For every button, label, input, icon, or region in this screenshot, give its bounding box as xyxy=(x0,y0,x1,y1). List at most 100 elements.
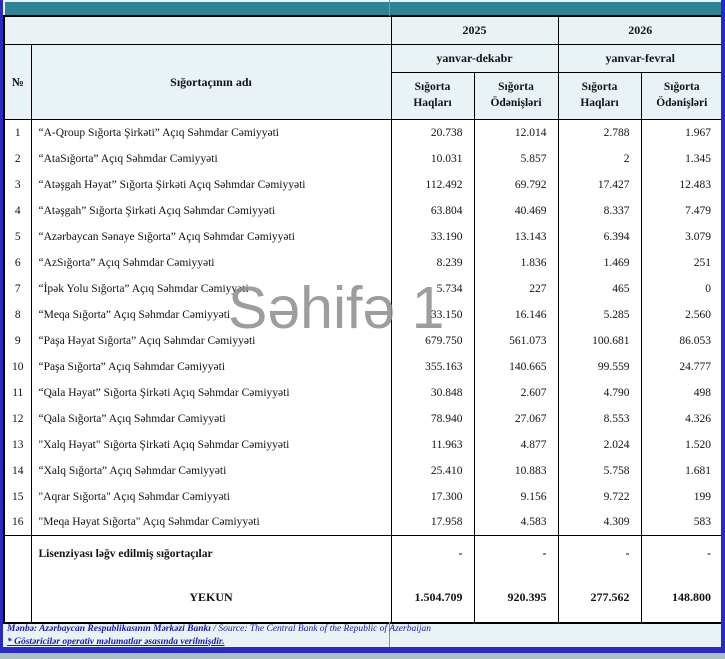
payments-2026-cell: 86.053 xyxy=(641,328,723,354)
premiums-2026-cell: 1.469 xyxy=(558,250,641,276)
table-row: 14 “Xalq Sığorta” Açıq Səhmdar Cəmiyyəti… xyxy=(4,458,723,484)
row-number-cell: 11 xyxy=(4,380,31,406)
header-row-years: 2025 2026 xyxy=(4,16,723,45)
total-value-cell: 920.395 xyxy=(474,573,558,623)
premiums-2025-cell: 33.190 xyxy=(391,224,474,250)
table-row: 12 “Qala Sığorta” Açıq Səhmdar Cəmiyyəti… xyxy=(4,406,723,432)
insurer-name-cell: “Paşa Sığorta” Açıq Səhmdar Cəmiyyəti xyxy=(31,354,391,380)
total-value-cell: 148.800 xyxy=(641,573,723,623)
row-number-cell: 3 xyxy=(4,172,31,198)
row-number-cell: 15 xyxy=(4,484,31,510)
premiums-2026-cell: 5.758 xyxy=(558,458,641,484)
payments-2025-cell: 4.583 xyxy=(474,510,558,536)
insurer-name-cell: "Aqrar Sığorta" Açıq Səhmdar Cəmiyyəti xyxy=(31,484,391,510)
header-payments-2026: Sığorta Ödənişləri xyxy=(641,73,723,120)
payments-2025-cell: 227 xyxy=(474,276,558,302)
row-number-cell xyxy=(4,573,31,623)
row-number-cell xyxy=(4,536,31,573)
page-footer: Mənbə: Azərbaycan Respublikasının Mərkəz… xyxy=(7,623,707,648)
premiums-2026-cell: 100.681 xyxy=(558,328,641,354)
payments-2026-cell: 1.967 xyxy=(641,120,723,146)
insurer-name-cell: “A-Qroup Sığorta Şirkəti” Açıq Səhmdar C… xyxy=(31,120,391,146)
page-watermark: Səhifə 1 xyxy=(228,274,445,342)
table-row: 1 “A-Qroup Sığorta Şirkəti” Açıq Səhmdar… xyxy=(4,120,723,146)
page-break-line-top xyxy=(389,0,390,16)
table-row: 5 “Azərbaycan Sənaye Sığorta” Açıq Səhmd… xyxy=(4,224,723,250)
row-number-cell: 6 xyxy=(4,250,31,276)
row-number-cell: 16 xyxy=(4,510,31,536)
header-year-2025: 2025 xyxy=(391,16,558,45)
premiums-2026-cell: 2.788 xyxy=(558,120,641,146)
premiums-2026-cell: 6.394 xyxy=(558,224,641,250)
payments-2025-cell: 561.073 xyxy=(474,328,558,354)
row-number-cell: 14 xyxy=(4,458,31,484)
premiums-2025-cell: 63.804 xyxy=(391,198,474,224)
header-period-right: yanvar-fevral xyxy=(558,45,723,73)
payments-2025-cell: 5.857 xyxy=(474,146,558,172)
insurer-name-cell: "Xalq Həyat" Sığorta Şirkəti Açıq Səhmda… xyxy=(31,432,391,458)
payments-2025-cell: 140.665 xyxy=(474,354,558,380)
row-number-cell: 4 xyxy=(4,198,31,224)
payments-2026-cell: 7.479 xyxy=(641,198,723,224)
table-row: 2 “AtaSığorta” Açıq Səhmdar Cəmiyyəti 10… xyxy=(4,146,723,172)
cancelled-insurers-row: Lisenziyası ləğv edilmiş sığortaçılar - … xyxy=(4,536,723,573)
table-row: 11 “Qala Həyat” Sığorta Şirkəti Açıq Səh… xyxy=(4,380,723,406)
insurer-name-cell: “Atəşgah Həyat” Sığorta Şirkəti Açıq Səh… xyxy=(31,172,391,198)
report-page: 2025 2026 № Sığortaçının adı yanvar-deka… xyxy=(0,0,725,659)
row-number-cell: 2 xyxy=(4,146,31,172)
row-number-cell: 7 xyxy=(4,276,31,302)
total-row: YEKUN 1.504.709 920.395 277.562 148.800 xyxy=(4,573,723,623)
insurer-name-cell: “Azərbaycan Sənaye Sığorta” Açıq Səhmdar… xyxy=(31,224,391,250)
header-empty-cell xyxy=(4,16,391,45)
payments-2025-cell: 16.146 xyxy=(474,302,558,328)
value-cell: - xyxy=(474,536,558,573)
insurer-name-cell: “AzSığorta” Açıq Səhmdar Cəmiyyəti xyxy=(31,250,391,276)
row-number-cell: 12 xyxy=(4,406,31,432)
premiums-2026-cell: 8.337 xyxy=(558,198,641,224)
payments-2026-cell: 4.326 xyxy=(641,406,723,432)
value-cell: - xyxy=(558,536,641,573)
insurer-name-cell: “AtaSığorta” Açıq Səhmdar Cəmiyyəti xyxy=(31,146,391,172)
premiums-2026-cell: 4.309 xyxy=(558,510,641,536)
premiums-2026-cell: 4.790 xyxy=(558,380,641,406)
page-border-right xyxy=(721,0,725,659)
payments-2025-cell: 12.014 xyxy=(474,120,558,146)
insurer-name-cell: "Meqa Həyat Sığorta" Açıq Səhmdar Cəmiyy… xyxy=(31,510,391,536)
payments-2025-cell: 13.143 xyxy=(474,224,558,250)
payments-2026-cell: 1.520 xyxy=(641,432,723,458)
payments-2026-cell: 0 xyxy=(641,276,723,302)
premiums-2026-cell: 5.285 xyxy=(558,302,641,328)
insurer-name-cell: “Atəşgah” Sığorta Şirkəti Açıq Səhmdar C… xyxy=(31,198,391,224)
payments-2025-cell: 2.607 xyxy=(474,380,558,406)
payments-2025-cell: 40.469 xyxy=(474,198,558,224)
payments-2026-cell: 3.079 xyxy=(641,224,723,250)
payments-2026-cell: 1.681 xyxy=(641,458,723,484)
insurer-name-cell: “Xalq Sığorta” Açıq Səhmdar Cəmiyyəti xyxy=(31,458,391,484)
premiums-2026-cell: 2 xyxy=(558,146,641,172)
premiums-2025-cell: 17.958 xyxy=(391,510,474,536)
payments-2025-cell: 1.836 xyxy=(474,250,558,276)
payments-2026-cell: 1.345 xyxy=(641,146,723,172)
payments-2026-cell: 12.483 xyxy=(641,172,723,198)
header-premiums-2025: Sığorta Haqları xyxy=(391,73,474,120)
table-row: 3 “Atəşgah Həyat” Sığorta Şirkəti Açıq S… xyxy=(4,172,723,198)
premiums-2025-cell: 17.300 xyxy=(391,484,474,510)
header-year-2026: 2026 xyxy=(558,16,723,45)
premiums-2025-cell: 112.492 xyxy=(391,172,474,198)
page-border-left xyxy=(0,0,3,659)
payments-2025-cell: 10.883 xyxy=(474,458,558,484)
row-number-cell: 1 xyxy=(4,120,31,146)
table-row: 10 “Paşa Sığorta” Açıq Səhmdar Cəmiyyəti… xyxy=(4,354,723,380)
premiums-2025-cell: 78.940 xyxy=(391,406,474,432)
row-number-cell: 5 xyxy=(4,224,31,250)
premiums-2026-cell: 9.722 xyxy=(558,484,641,510)
header-period-left: yanvar-dekabr xyxy=(391,45,558,73)
value-cell: - xyxy=(641,536,723,573)
premiums-2026-cell: 17.427 xyxy=(558,172,641,198)
header-no: № xyxy=(4,45,31,120)
premiums-2026-cell: 8.553 xyxy=(558,406,641,432)
payments-2026-cell: 24.777 xyxy=(641,354,723,380)
payments-2026-cell: 251 xyxy=(641,250,723,276)
table-row: 13 "Xalq Həyat" Sığorta Şirkəti Açıq Səh… xyxy=(4,432,723,458)
premiums-2025-cell: 20.738 xyxy=(391,120,474,146)
